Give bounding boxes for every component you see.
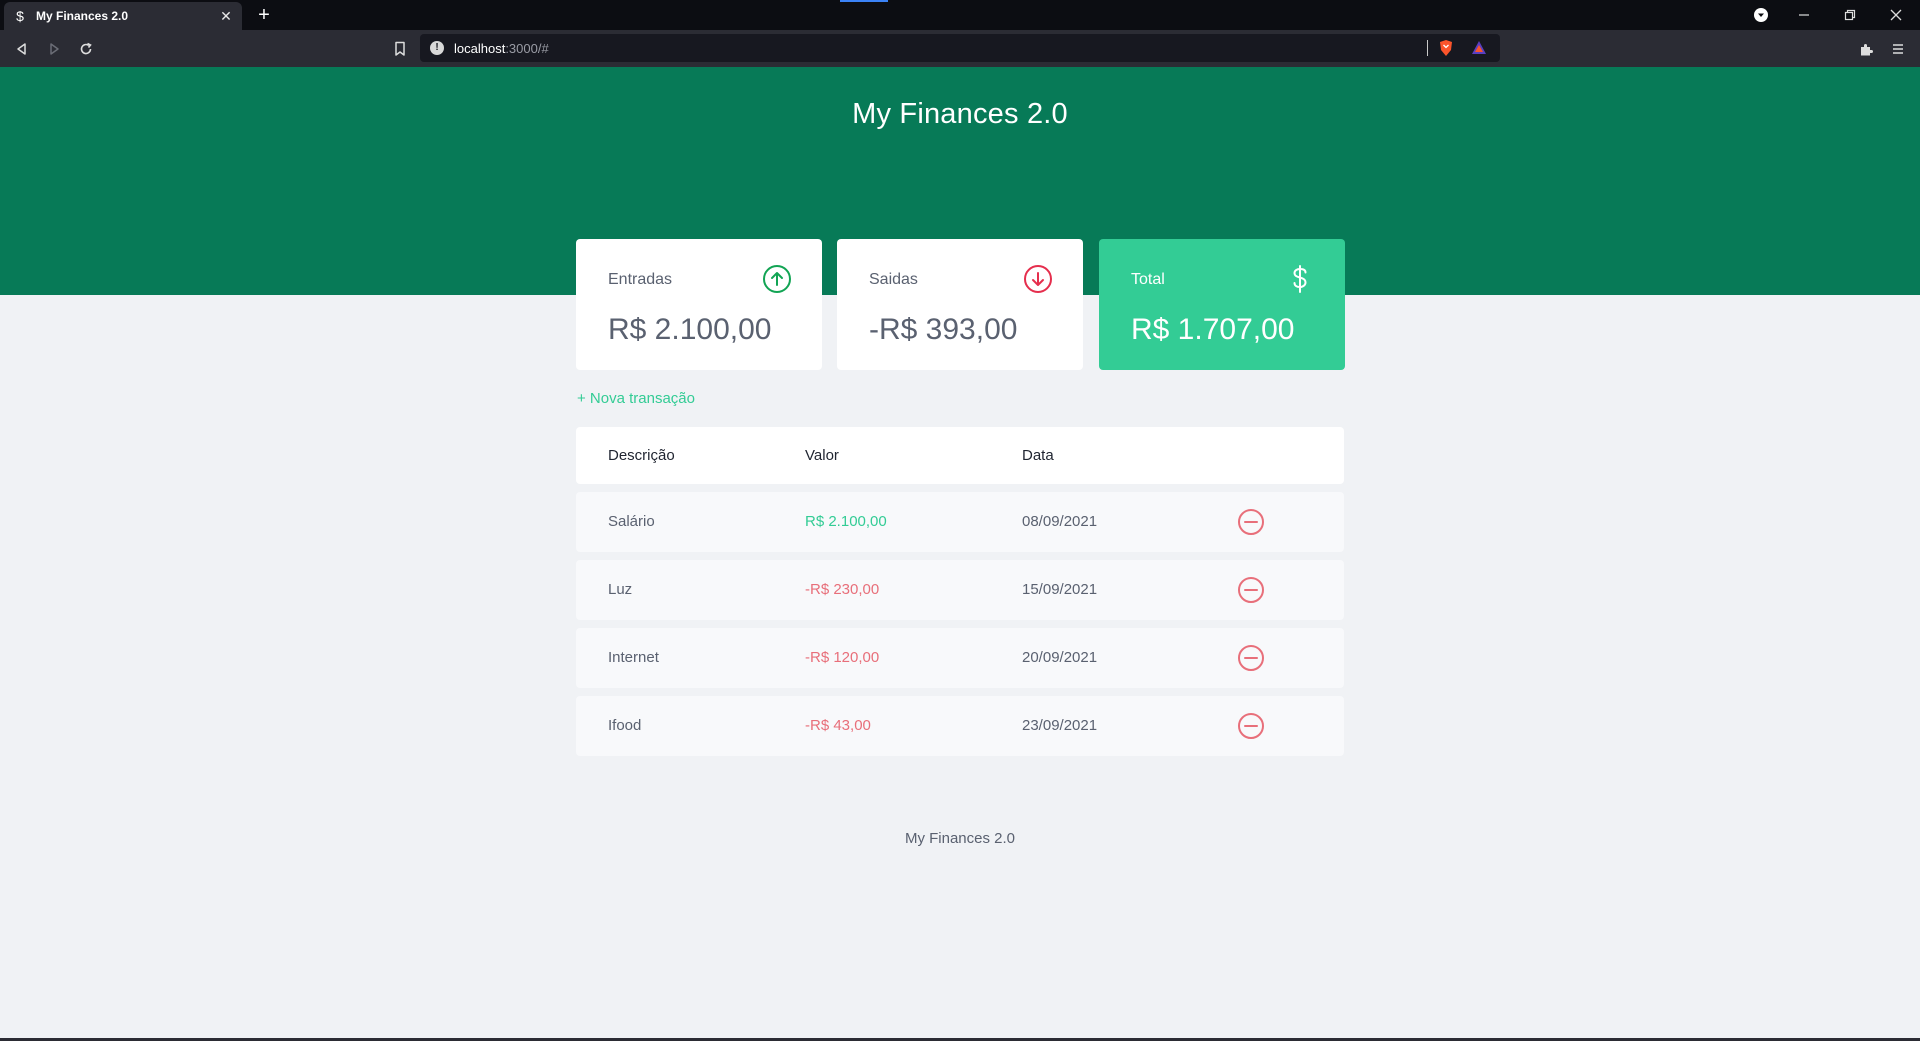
total-value: R$ 1.707,00 [1131, 313, 1295, 346]
address-bar-divider [1427, 40, 1428, 56]
remove-transaction-icon[interactable] [1236, 711, 1266, 741]
extensions-icon[interactable] [1853, 36, 1879, 62]
window-close-icon[interactable] [1873, 0, 1919, 30]
transactions-table: Descrição Valor Data Salário R$ 2.100,00 0… [576, 427, 1344, 756]
restore-icon[interactable] [1827, 0, 1873, 30]
browser-tab[interactable]: $ My Finances 2.0 ✕ [4, 2, 242, 30]
table-row: Salário R$ 2.100,00 08/09/2021 [576, 492, 1344, 552]
address-bar[interactable]: ! localhost:3000/# [420, 34, 1500, 62]
app-title: My Finances 2.0 [852, 98, 1068, 130]
table-header: Descrição Valor Data [576, 427, 1344, 484]
row-description: Internet [608, 649, 659, 666]
profile-menu-icon[interactable] [1738, 0, 1784, 30]
browser-tab-bar: $ My Finances 2.0 ✕ + [0, 0, 1920, 30]
brave-rewards-icon[interactable] [1471, 40, 1487, 56]
footer: My Finances 2.0 [904, 830, 1016, 847]
header-amount: Valor [805, 447, 839, 464]
income-card: Entradas R$ 2.100,00 [576, 239, 822, 370]
row-amount: -R$ 120,00 [805, 649, 880, 666]
url-path: :3000/# [505, 40, 549, 56]
row-date: 23/09/2021 [1022, 717, 1098, 734]
remove-transaction-icon[interactable] [1236, 643, 1266, 673]
table-row: Luz -R$ 230,00 15/09/2021 [576, 560, 1344, 620]
expense-card: Saidas -R$ 393,00 [837, 239, 1083, 370]
row-amount: -R$ 43,00 [805, 717, 871, 734]
minimize-icon[interactable] [1781, 0, 1827, 30]
income-label: Entradas [608, 271, 673, 288]
tab-close-icon[interactable]: ✕ [218, 8, 234, 25]
row-date: 15/09/2021 [1022, 581, 1098, 598]
header-date: Data [1022, 447, 1054, 464]
header-description: Descrição [608, 447, 675, 464]
url-host: localhost [454, 40, 506, 56]
site-info-icon[interactable]: ! [430, 41, 444, 55]
menu-icon[interactable] [1885, 36, 1911, 62]
back-icon[interactable] [9, 36, 35, 62]
total-label: Total [1131, 271, 1165, 288]
expense-label: Saidas [869, 271, 918, 288]
total-card: Total R$ 1.707,00 [1099, 239, 1345, 370]
browser-toolbar: ! localhost:3000/# [0, 30, 1920, 67]
row-amount: -R$ 230,00 [805, 581, 880, 598]
row-date: 08/09/2021 [1022, 513, 1098, 530]
dollar-favicon-icon: $ [16, 8, 24, 24]
bookmark-icon[interactable] [387, 36, 413, 62]
dollar-icon [1293, 265, 1307, 293]
arrow-up-circle-icon [763, 265, 791, 293]
tab-indicator [840, 0, 888, 2]
new-tab-button[interactable]: + [252, 3, 276, 27]
row-amount: R$ 2.100,00 [805, 513, 887, 530]
tab-title: My Finances 2.0 [36, 9, 129, 23]
remove-transaction-icon[interactable] [1236, 575, 1266, 605]
income-value: R$ 2.100,00 [608, 313, 772, 346]
row-description: Ifood [608, 717, 642, 734]
forward-icon[interactable] [41, 36, 67, 62]
new-transaction-link[interactable]: + Nova transação [577, 390, 695, 407]
transactions-body: Salário R$ 2.100,00 08/09/2021 Luz -R$ 230,0… [576, 492, 1344, 756]
brave-shield-icon[interactable] [1438, 39, 1454, 57]
arrow-down-circle-icon [1024, 265, 1052, 293]
expense-value: -R$ 393,00 [869, 313, 1018, 346]
row-description: Salário [608, 513, 655, 530]
remove-transaction-icon[interactable] [1236, 507, 1266, 537]
row-description: Luz [608, 581, 633, 598]
table-row: Ifood -R$ 43,00 23/09/2021 [576, 696, 1344, 756]
reload-icon[interactable] [73, 36, 99, 62]
table-row: Internet -R$ 120,00 20/09/2021 [576, 628, 1344, 688]
row-date: 20/09/2021 [1022, 649, 1098, 666]
